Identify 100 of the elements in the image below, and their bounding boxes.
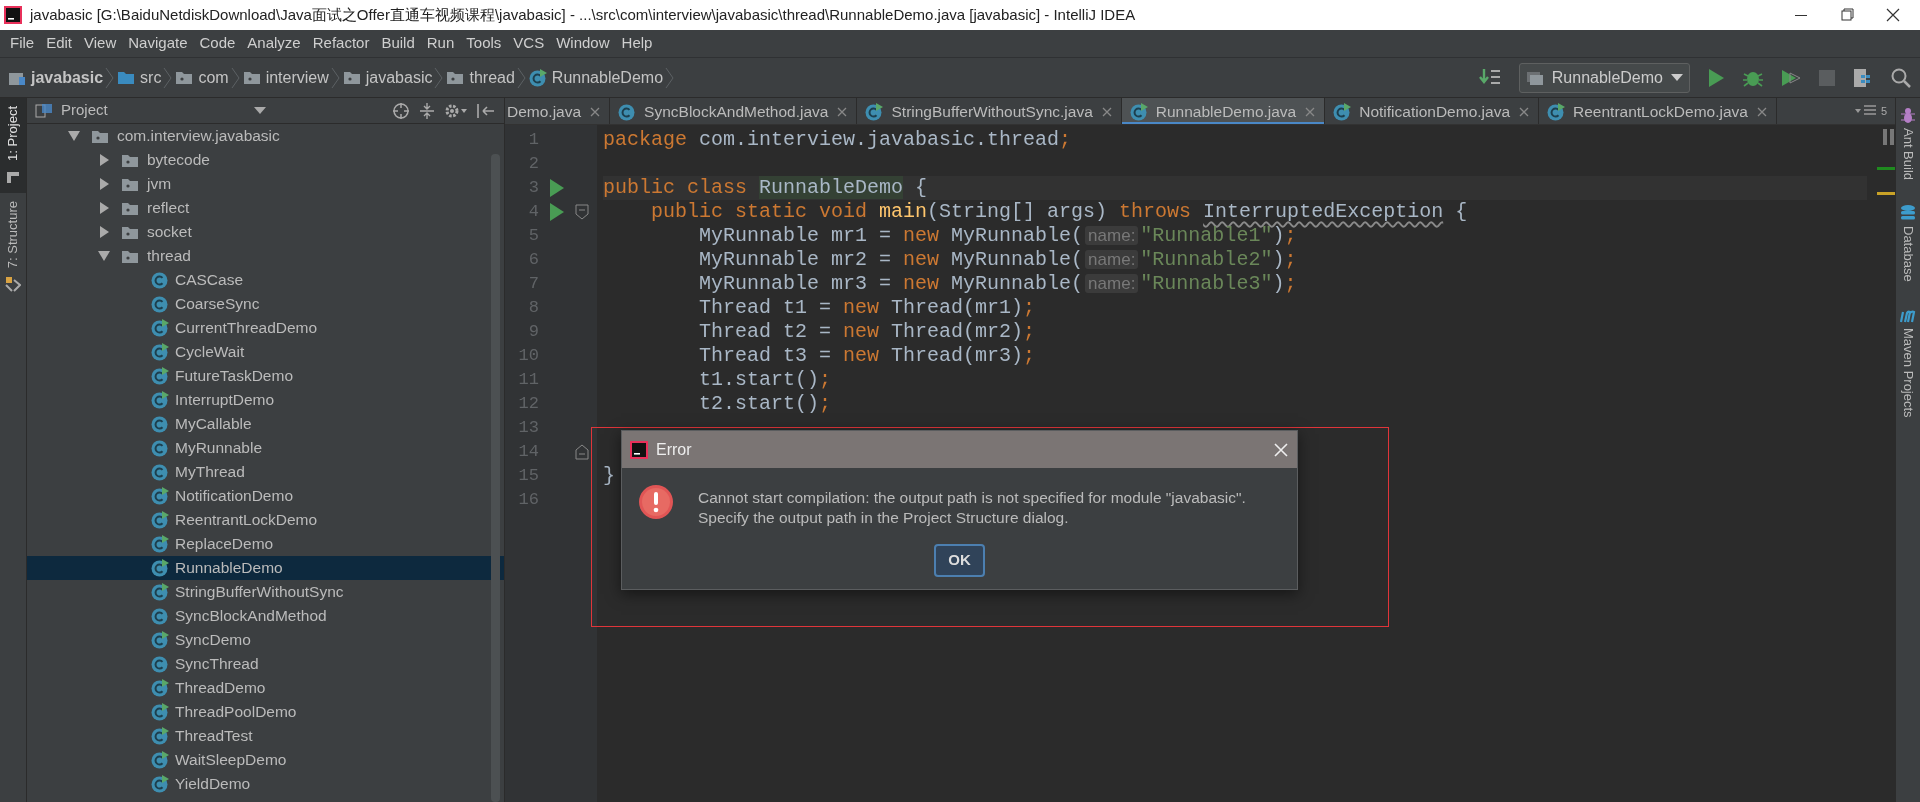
tree-item[interactable]: CASCase (27, 268, 504, 292)
editor-tab[interactable]: ReentrantLockDemo.java (1539, 98, 1777, 124)
tree-item[interactable]: ThreadTest (27, 724, 504, 748)
tree-item[interactable]: CycleWait (27, 340, 504, 364)
structure-icon (5, 276, 21, 293)
code-line: package com.interview.javabasic.thread; (603, 128, 1072, 151)
locate-icon[interactable] (392, 101, 410, 120)
tool-window-button[interactable]: Ant Build (1898, 106, 1918, 181)
tree-item[interactable]: StringBufferWithoutSync (27, 580, 504, 604)
close-icon[interactable] (1304, 105, 1317, 118)
menu-item[interactable]: View (78, 32, 123, 55)
tree-item[interactable]: WaitSleepDemo (27, 748, 504, 772)
editor-tab[interactable]: SyncBlockAndMethod.java (610, 98, 858, 124)
runnable-class-icon (528, 68, 547, 87)
tree-item[interactable]: SyncDemo (27, 628, 504, 652)
menu-item[interactable]: Window (550, 32, 616, 55)
tree-item[interactable]: com.interview.javabasic (27, 124, 504, 148)
tool-window-button[interactable]: Maven Projects (1898, 305, 1918, 418)
tree-item[interactable]: SyncBlockAndMethod (27, 604, 504, 628)
tree-item[interactable]: MyCallable (27, 412, 504, 436)
tree-item[interactable]: ThreadPoolDemo (27, 700, 504, 724)
run-configuration-dropdown[interactable]: RunnableDemo (1518, 62, 1690, 93)
tree-item[interactable]: InterruptDemo (27, 388, 504, 412)
ant-icon (1899, 106, 1917, 124)
tree-item[interactable]: thread (27, 244, 504, 268)
collapsed-arrow-icon[interactable] (97, 201, 111, 215)
dropdown-caret-icon[interactable] (254, 106, 266, 115)
close-icon[interactable] (1518, 105, 1530, 118)
tree-item[interactable]: CoarseSync (27, 292, 504, 316)
fold-icon[interactable] (575, 204, 589, 220)
close-icon[interactable] (1755, 105, 1768, 118)
tree-item[interactable]: FutureTaskDemo (27, 364, 504, 388)
code-line: MyRunnable mr2 = new MyRunnable( name: "Runnable2"); (698, 248, 1297, 271)
menu-item[interactable]: Run (420, 32, 461, 55)
menu-item[interactable]: VCS (507, 32, 551, 55)
menu-item[interactable]: Tools (460, 32, 508, 55)
tree-item[interactable]: ThreadDemo (27, 676, 504, 700)
caret-icon (1671, 73, 1683, 82)
collapsed-arrow-icon[interactable] (97, 153, 111, 167)
run-icon[interactable] (1706, 66, 1726, 89)
tree-item[interactable]: YieldDemo (27, 772, 504, 796)
tree-item[interactable]: NotificationDemo (27, 484, 504, 508)
menu-item[interactable]: Code (193, 32, 242, 55)
breadcrumb-item[interactable]: interview (265, 65, 329, 90)
tool-window-button[interactable]: Database (1898, 204, 1918, 282)
breadcrumb-item[interactable]: RunnableDemo (551, 65, 664, 90)
folder-icon (121, 200, 139, 216)
editor-tab[interactable]: NotificationDemo.java (1325, 98, 1539, 124)
run-icon[interactable] (549, 178, 565, 198)
tree-item[interactable]: RunnableDemo (27, 556, 504, 580)
collapse-all-icon[interactable] (418, 101, 436, 120)
close-icon[interactable] (836, 105, 849, 118)
tree-item[interactable]: reflect (27, 196, 504, 220)
tool-window-button[interactable]: 1: Project (0, 98, 26, 193)
expanded-arrow-icon[interactable] (67, 129, 81, 143)
collapsed-arrow-icon[interactable] (97, 177, 111, 191)
tree-item[interactable]: ReplaceDemo (27, 532, 504, 556)
pause-icon (1883, 129, 1895, 145)
tree-item[interactable]: SyncThread (27, 652, 504, 676)
editor-tab[interactable]: StringBufferWithoutSync.java (857, 98, 1122, 124)
menu-item[interactable]: Help (615, 32, 659, 55)
breadcrumb-item[interactable]: com (198, 65, 229, 90)
ok-button[interactable]: OK (934, 544, 985, 577)
change-marker (1877, 167, 1895, 170)
menu-item[interactable]: Refactor (306, 32, 376, 55)
breadcrumb-item[interactable]: src (140, 65, 162, 90)
scrollbar-thumb[interactable] (491, 154, 500, 802)
breadcrumb-item[interactable]: javabasic (31, 65, 104, 90)
close-icon[interactable] (589, 105, 602, 118)
tree-item[interactable]: CurrentThreadDemo (27, 316, 504, 340)
menu-item[interactable]: Build (375, 32, 421, 55)
search-icon[interactable] (1890, 66, 1912, 89)
menu-item[interactable]: Analyze (241, 32, 307, 55)
menu-item[interactable]: Navigate (122, 32, 194, 55)
error-message: Cannot start compilation: the output path is not specified for module "javabasic". (698, 488, 1246, 508)
tree-item[interactable]: MyRunnable (27, 436, 504, 460)
expanded-arrow-icon[interactable] (97, 249, 111, 263)
menu-item[interactable]: Edit (40, 32, 79, 55)
tree-item[interactable]: jvm (27, 172, 504, 196)
editor-tab[interactable]: RunnableDemo.java (1121, 98, 1326, 124)
tool-window-button[interactable]: 7: Structure (0, 192, 26, 301)
collapsed-arrow-icon[interactable] (97, 225, 111, 239)
tree-item[interactable]: socket (27, 220, 504, 244)
breadcrumb-item[interactable]: javabasic (365, 65, 433, 90)
run-icon[interactable] (549, 202, 565, 222)
tree-item[interactable]: bytecode (27, 148, 504, 172)
project-view-icon (35, 102, 53, 119)
database-icon (1899, 204, 1917, 223)
close-icon[interactable] (1100, 105, 1113, 118)
error-icon (638, 484, 674, 520)
dialog-title: Error (656, 439, 692, 460)
tab-list-button[interactable]: 5 (1846, 98, 1895, 124)
tree-item[interactable]: ReentrantLockDemo (27, 508, 504, 532)
tree-item[interactable]: MyThread (27, 460, 504, 484)
fold-icon[interactable] (575, 444, 589, 460)
hide-panel-icon[interactable] (476, 101, 496, 120)
breadcrumb-item[interactable]: thread (469, 65, 515, 90)
code-line: } (603, 464, 615, 487)
code-line: MyRunnable mr3 = new MyRunnable( name: "Runnable3"); (698, 272, 1297, 295)
menu-item[interactable]: File (4, 32, 41, 55)
